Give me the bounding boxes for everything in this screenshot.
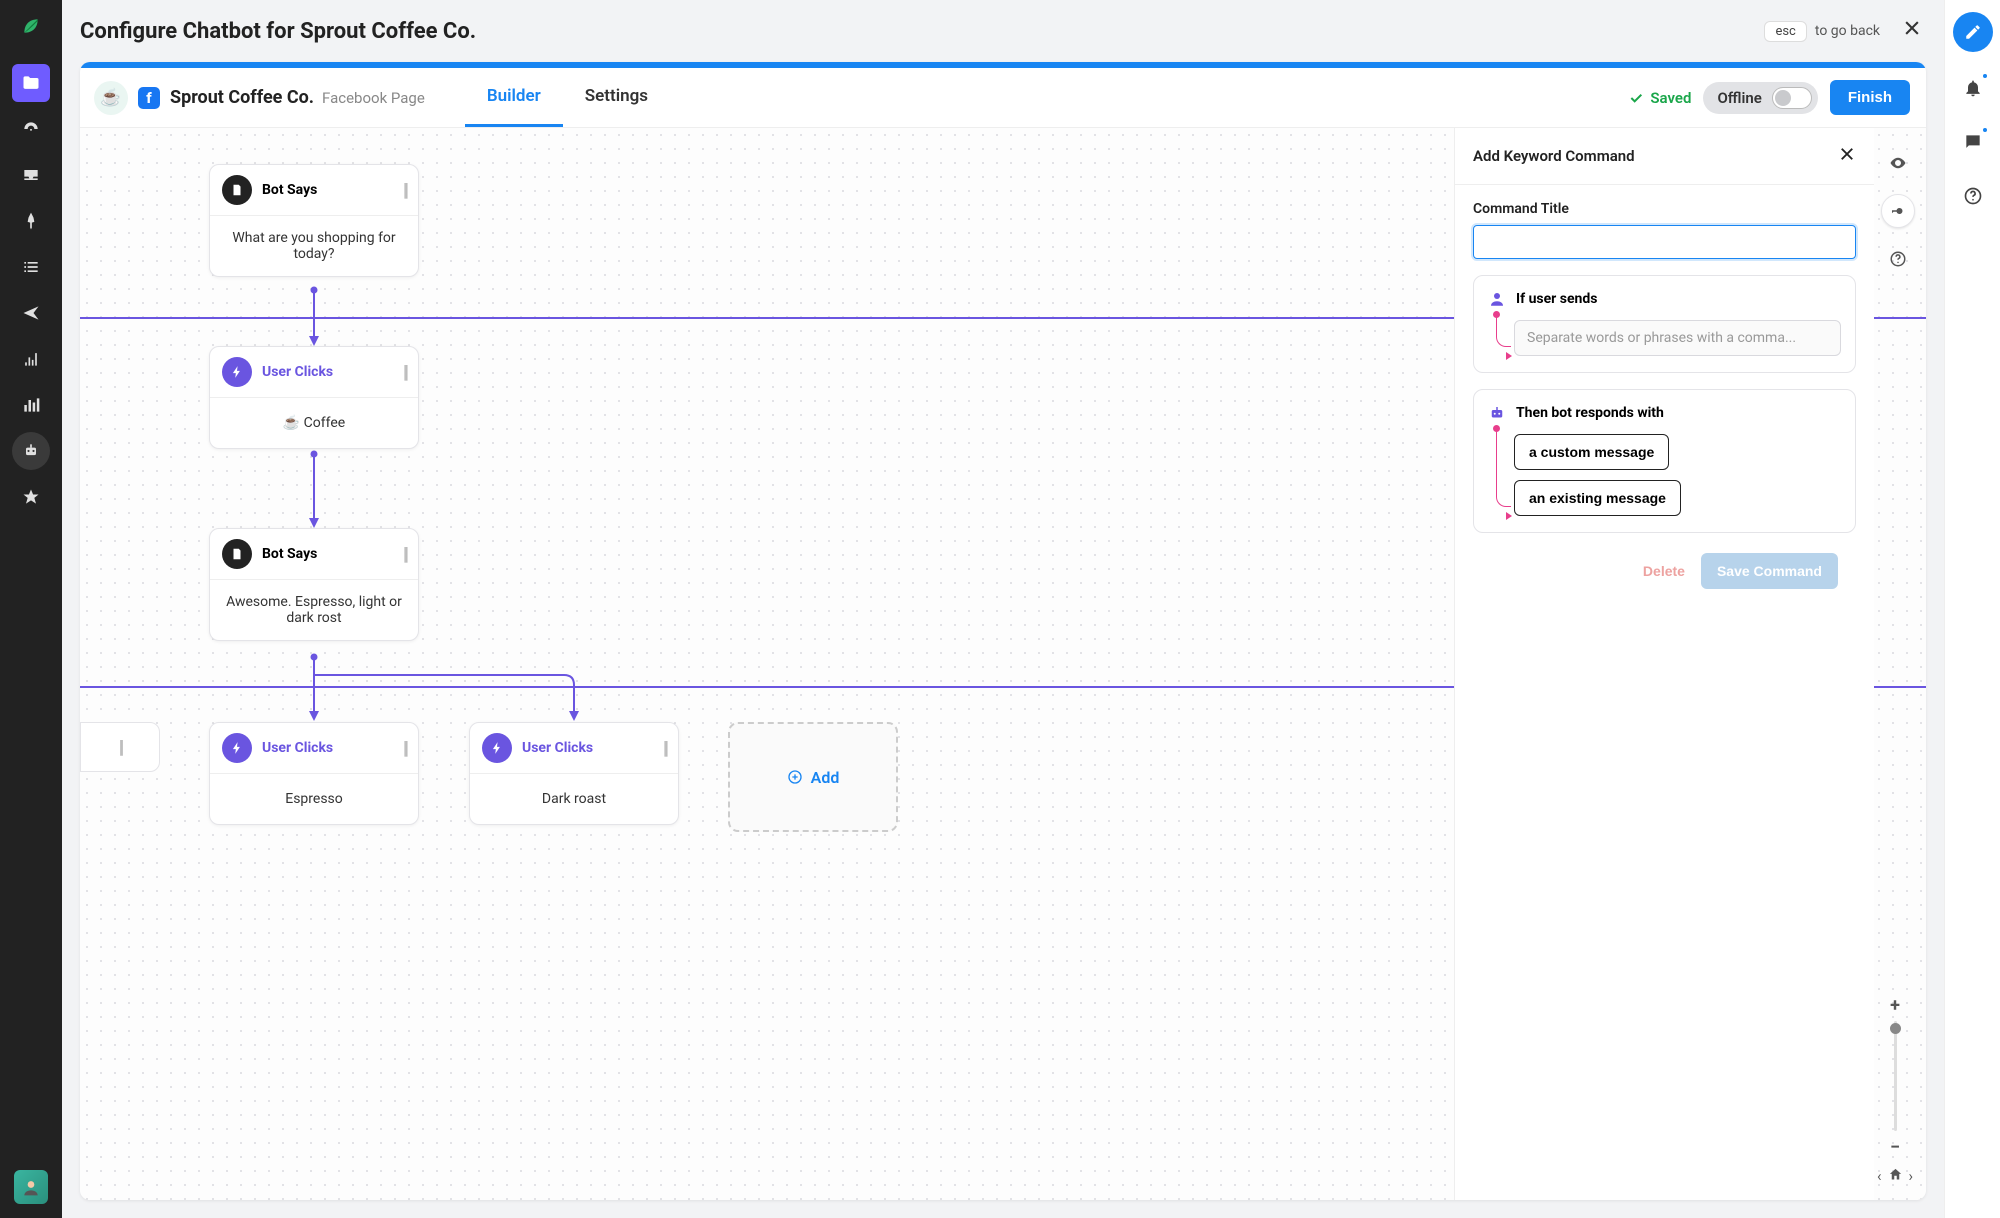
node-title: User Clicks xyxy=(262,740,333,756)
if-user-sends-label: If user sends xyxy=(1516,291,1597,307)
nav-inbox-icon[interactable] xyxy=(12,156,50,194)
nav-star-icon[interactable] xyxy=(12,478,50,516)
if-user-sends-box: If user sends Separate words or phrases … xyxy=(1473,275,1856,373)
page-header: Configure Chatbot for Sprout Coffee Co. … xyxy=(62,0,1944,62)
drag-handle-icon[interactable]: || xyxy=(119,737,122,758)
chat-icon[interactable] xyxy=(1955,124,1991,160)
notification-badge xyxy=(1981,72,1989,80)
connector-branch xyxy=(309,653,599,723)
add-keyword-panel: Add Keyword Command Command Title xyxy=(1454,128,1874,1200)
delete-command-button[interactable]: Delete xyxy=(1639,553,1689,589)
close-button[interactable] xyxy=(1898,14,1926,48)
option-existing-message[interactable]: an existing message xyxy=(1514,480,1681,516)
node-user-clicks-espresso[interactable]: User Clicks || Espresso xyxy=(209,722,419,825)
node-offscreen-left[interactable]: || xyxy=(80,722,160,772)
bolt-icon xyxy=(222,357,252,387)
zoom-out-button[interactable]: − xyxy=(1883,1135,1907,1159)
bot-icon xyxy=(1488,404,1506,422)
saved-status: Saved xyxy=(1628,89,1691,107)
key-icon[interactable] xyxy=(1881,194,1915,228)
node-body: What are you shopping for today? xyxy=(210,216,418,276)
panel-title: Add Keyword Command xyxy=(1473,147,1635,165)
node-body: ☕ Coffee xyxy=(210,398,418,448)
add-node-placeholder[interactable]: Add xyxy=(728,722,898,832)
finish-button[interactable]: Finish xyxy=(1830,80,1910,115)
builder-card: ☕ f Sprout Coffee Co. Facebook Page Buil… xyxy=(80,62,1926,1200)
nav-home-icon[interactable] xyxy=(1888,1167,1903,1186)
command-title-input[interactable] xyxy=(1473,225,1856,259)
node-title: User Clicks xyxy=(522,740,593,756)
nav-list-icon[interactable] xyxy=(12,248,50,286)
drag-handle-icon[interactable]: || xyxy=(403,544,406,565)
node-body: Espresso xyxy=(210,774,418,824)
tab-builder[interactable]: Builder xyxy=(465,68,563,127)
drag-handle-icon[interactable]: || xyxy=(663,738,666,759)
zoom-slider[interactable] xyxy=(1894,1021,1897,1131)
node-bot-says-2[interactable]: Bot Says || Awesome. Espresso, light or … xyxy=(209,528,419,641)
notifications-icon[interactable] xyxy=(1955,70,1991,106)
compose-button[interactable] xyxy=(1953,12,1993,52)
node-body: Dark roast xyxy=(470,774,678,824)
bolt-icon xyxy=(482,733,512,763)
document-icon xyxy=(222,539,252,569)
node-title: Bot Says xyxy=(262,546,317,562)
right-utility-rail xyxy=(1944,0,2000,1218)
zoom-in-button[interactable]: + xyxy=(1883,993,1907,1017)
drag-handle-icon[interactable]: || xyxy=(403,738,406,759)
connector xyxy=(309,450,319,528)
sprout-logo-icon[interactable] xyxy=(15,10,47,42)
esc-key-hint: esc xyxy=(1764,21,1806,42)
toggle-track[interactable] xyxy=(1772,87,1812,109)
nav-left-icon[interactable]: ‹ xyxy=(1877,1167,1882,1186)
then-responds-label: Then bot responds with xyxy=(1516,405,1664,421)
zoom-tools: + − ‹ › xyxy=(1878,993,1912,1186)
user-avatar[interactable] xyxy=(14,1170,48,1204)
canvas-tools xyxy=(1880,146,1916,276)
help-icon[interactable] xyxy=(1881,242,1915,276)
option-custom-message[interactable]: a custom message xyxy=(1514,434,1669,470)
nav-pin-icon[interactable] xyxy=(12,202,50,240)
nav-bars-icon[interactable] xyxy=(12,386,50,424)
nav-folder-icon[interactable] xyxy=(12,64,50,102)
left-nav-rail xyxy=(0,0,62,1218)
node-title: Bot Says xyxy=(262,182,317,198)
nav-dashboard-icon[interactable] xyxy=(12,110,50,148)
online-toggle[interactable]: Offline xyxy=(1703,82,1817,114)
tabs: Builder Settings xyxy=(465,68,670,127)
card-subheader: ☕ f Sprout Coffee Co. Facebook Page Buil… xyxy=(80,68,1926,128)
go-back-hint: to go back xyxy=(1815,23,1880,39)
notification-badge xyxy=(1981,126,1989,134)
main-area: Configure Chatbot for Sprout Coffee Co. … xyxy=(62,0,1944,1218)
then-responds-box: Then bot responds with a custom message … xyxy=(1473,389,1856,533)
brand-subtext: Facebook Page xyxy=(322,89,425,107)
add-label: Add xyxy=(811,768,840,787)
tab-settings[interactable]: Settings xyxy=(563,68,670,127)
nav-bot-icon[interactable] xyxy=(12,432,50,470)
node-bot-says-1[interactable]: Bot Says || What are you shopping for to… xyxy=(209,164,419,277)
nav-analytics-icon[interactable] xyxy=(12,340,50,378)
offline-label: Offline xyxy=(1717,89,1761,107)
drag-handle-icon[interactable]: || xyxy=(403,180,406,201)
drag-handle-icon[interactable]: || xyxy=(403,362,406,383)
facebook-icon: f xyxy=(138,87,160,109)
page-title: Configure Chatbot for Sprout Coffee Co. xyxy=(80,19,1764,44)
panel-close-button[interactable] xyxy=(1838,144,1856,168)
node-user-clicks-coffee[interactable]: User Clicks || ☕ Coffee xyxy=(209,346,419,449)
preview-eye-icon[interactable] xyxy=(1881,146,1915,180)
nav-send-icon[interactable] xyxy=(12,294,50,332)
node-user-clicks-dark-roast[interactable]: User Clicks || Dark roast xyxy=(469,722,679,825)
save-command-button[interactable]: Save Command xyxy=(1701,553,1838,589)
document-icon xyxy=(222,175,252,205)
brand-name: Sprout Coffee Co. xyxy=(170,87,314,108)
bolt-icon xyxy=(222,733,252,763)
user-icon xyxy=(1488,290,1506,308)
keywords-input[interactable]: Separate words or phrases with a comma..… xyxy=(1514,320,1841,356)
connector xyxy=(309,286,319,346)
node-title: User Clicks xyxy=(262,364,333,380)
help-icon[interactable] xyxy=(1955,178,1991,214)
command-title-label: Command Title xyxy=(1473,201,1856,217)
node-body: Awesome. Espresso, light or dark rost xyxy=(210,580,418,640)
brand-chip-icon: ☕ xyxy=(94,81,128,115)
nav-right-icon[interactable]: › xyxy=(1909,1167,1914,1186)
